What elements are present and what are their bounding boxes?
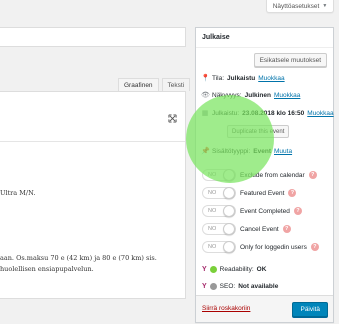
update-button[interactable]: Päivitä xyxy=(292,302,328,317)
pin-icon: 📌 xyxy=(201,148,210,155)
seo-status-dot xyxy=(209,283,217,290)
readability-label: Readability: xyxy=(219,266,254,273)
screen-options-button[interactable]: Näyttöasetukset ▼ xyxy=(266,0,334,13)
toggle-state: NO xyxy=(208,172,217,178)
toggle-label: Featured Event xyxy=(240,189,285,197)
help-icon[interactable]: ? xyxy=(308,171,317,179)
cancel-event-toggle[interactable]: NO xyxy=(202,223,236,235)
status-label: Tila: xyxy=(212,74,225,82)
publish-box-title: Julkaise xyxy=(196,28,333,48)
toggle-knob xyxy=(223,187,235,199)
eye-icon: 👁 xyxy=(201,92,210,99)
help-icon[interactable]: ? xyxy=(288,189,297,197)
tab-text[interactable]: Teksti xyxy=(161,78,191,91)
editor-line: aan. Os.maksu 70 e (42 km) ja 80 e (70 k… xyxy=(0,254,157,262)
yoast-icon: Y xyxy=(202,266,207,273)
toggle-row-featured: NO Featured Event ? xyxy=(202,187,297,199)
toggle-label: Cancel Event xyxy=(240,225,279,233)
editor-line: Ultra M/N. xyxy=(0,189,36,197)
toggle-row-exclude: NO Exclude from calendar ? xyxy=(202,169,317,181)
toggle-row-loggedin: NO Only for loggedin users ? xyxy=(202,241,319,253)
published-value: 23.08.2018 klo 16:50 xyxy=(242,109,305,117)
toggle-state: NO xyxy=(208,226,217,232)
toggle-knob xyxy=(223,223,235,235)
readability-status-dot xyxy=(209,266,217,273)
toggle-label: Exclude from calendar xyxy=(240,171,305,179)
editor-tabs: Graafinen Teksti xyxy=(118,78,191,91)
help-icon[interactable]: ? xyxy=(310,243,319,251)
screen-options-label: Näyttöasetukset xyxy=(272,2,320,10)
toggle-state: NO xyxy=(208,208,217,214)
event-completed-toggle[interactable]: NO xyxy=(202,205,236,217)
featured-event-toggle[interactable]: NO xyxy=(202,187,236,199)
visibility-value: Julkinen xyxy=(244,91,271,99)
visibility-label: Näkyvyys: xyxy=(212,91,242,99)
toggle-knob xyxy=(223,241,235,253)
visibility-row: 👁 Näkyvyys: Julkinen Muokkaa xyxy=(201,91,300,100)
content-type-label: Sisältötyyppi: xyxy=(212,147,251,155)
seo-value: Not available xyxy=(238,283,279,290)
edit-date-link[interactable]: Muokkaa xyxy=(307,110,333,117)
toggle-knob xyxy=(223,205,235,217)
seo-row: Y SEO: Not available xyxy=(202,283,278,290)
title-input[interactable] xyxy=(0,27,186,47)
edit-status-link[interactable]: Muokkaa xyxy=(258,75,284,82)
published-label: Julkaistu: xyxy=(212,109,240,117)
content-type-row: 📌 Sisältötyyppi: Event Muuta xyxy=(201,147,292,156)
edit-visibility-link[interactable]: Muokkaa xyxy=(274,92,300,99)
status-value: Julkaistu xyxy=(227,74,256,82)
toggle-state: NO xyxy=(208,190,217,196)
move-to-trash-link[interactable]: Siirrä roskakoriin xyxy=(202,305,250,312)
preview-changes-button[interactable]: Esikatsele muutokset xyxy=(253,53,327,67)
readability-value: OK xyxy=(256,266,267,273)
editor-toolbar xyxy=(0,92,185,142)
triangle-down-icon: ▼ xyxy=(322,3,328,9)
published-row: ▦ Julkaistu: 23.08.2018 klo 16:50 Muokka… xyxy=(201,109,334,118)
fullscreen-icon[interactable] xyxy=(168,114,177,125)
seo-label: SEO: xyxy=(219,283,236,290)
toggle-knob xyxy=(223,169,235,181)
status-row: 📍 Tila: Julkaistu Muokkaa xyxy=(201,74,285,83)
editor-line: huolellisen ensiapupalvelun. xyxy=(0,265,94,273)
exclude-from-calendar-toggle[interactable]: NO xyxy=(202,169,236,181)
help-icon[interactable]: ? xyxy=(293,207,302,215)
publish-actions: Siirrä roskakoriin Päivitä xyxy=(196,295,333,322)
readability-row: Y Readability: OK xyxy=(202,266,266,273)
toggle-row-cancel: NO Cancel Event ? xyxy=(202,223,291,235)
pin-icon: 📍 xyxy=(201,75,210,82)
toggle-label: Event Completed xyxy=(240,207,290,215)
loggedin-only-toggle[interactable]: NO xyxy=(202,241,236,253)
duplicate-event-button[interactable]: Duplicate this event xyxy=(227,125,290,138)
help-icon[interactable]: ? xyxy=(282,225,291,233)
change-content-type-link[interactable]: Muuta xyxy=(274,148,292,155)
toggle-state: NO xyxy=(208,244,217,250)
publish-box: Julkaise Esikatsele muutokset 📍 Tila: Ju… xyxy=(195,27,334,323)
content-editor[interactable]: Ultra M/N. aan. Os.maksu 70 e (42 km) ja… xyxy=(0,91,186,299)
toggle-label: Only for loggedin users xyxy=(240,243,307,251)
toggle-row-completed: NO Event Completed ? xyxy=(202,205,302,217)
calendar-icon: ▦ xyxy=(201,110,209,117)
tab-visual[interactable]: Graafinen xyxy=(118,78,159,91)
yoast-icon: Y xyxy=(202,283,207,290)
content-type-value: Event xyxy=(253,147,271,155)
